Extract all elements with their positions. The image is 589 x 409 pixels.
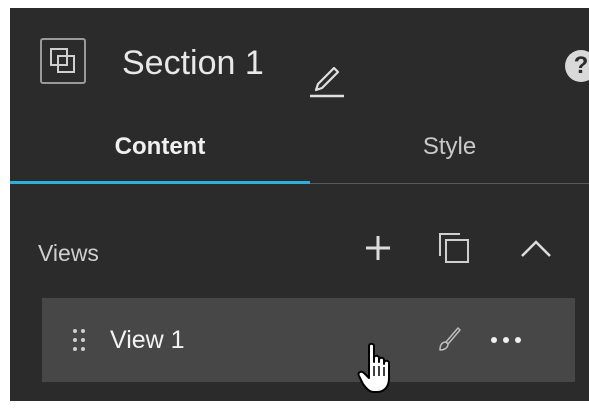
section-panel: Section 1 ? Content Style Views View 1: [10, 8, 589, 401]
section-header: Section 1 ?: [10, 8, 589, 118]
tab-content[interactable]: Content: [10, 120, 310, 184]
add-icon[interactable]: [356, 226, 400, 270]
duplicate-icon[interactable]: [432, 226, 476, 270]
brush-icon[interactable]: [434, 324, 464, 354]
drag-handle-icon[interactable]: [72, 328, 86, 352]
view-label: View 1: [110, 326, 185, 354]
help-icon[interactable]: ?: [565, 50, 589, 82]
collapse-icon[interactable]: [514, 226, 558, 270]
section-title: Section 1: [122, 44, 264, 82]
tab-style[interactable]: Style: [310, 120, 589, 184]
more-options-icon[interactable]: [484, 324, 528, 354]
views-label: Views: [38, 240, 99, 266]
tab-divider: [310, 183, 589, 184]
active-tab-indicator: [10, 181, 310, 184]
edit-pencil-icon[interactable]: [308, 60, 346, 100]
tab-bar: Content Style: [10, 120, 589, 186]
section-icon: [40, 38, 86, 84]
view-list-item[interactable]: View 1: [42, 298, 575, 382]
